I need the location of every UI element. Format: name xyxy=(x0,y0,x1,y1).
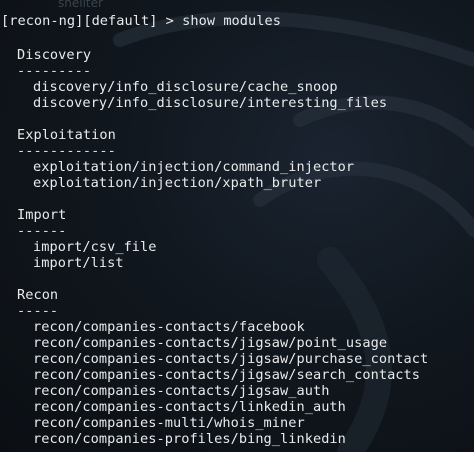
module-line: exploitation/injection/xpath_bruter xyxy=(33,175,322,191)
background-ghost-text: shellter xyxy=(58,0,103,10)
section-title-exploitation: Exploitation xyxy=(17,127,116,143)
module-line: recon/companies-profiles/bing_linkedin xyxy=(33,431,346,447)
section-underline-exploitation: ------------ xyxy=(17,143,116,159)
module-line: import/list xyxy=(33,255,124,271)
section-underline-import: ------ xyxy=(17,223,67,239)
section-title-recon: Recon xyxy=(17,287,59,303)
module-line: discovery/info_disclosure/interesting_fi… xyxy=(33,95,388,111)
module-line: recon/companies-contacts/facebook xyxy=(33,319,305,335)
module-line: recon/companies-contacts/jigsaw/point_us… xyxy=(33,335,388,351)
section-title-import: Import xyxy=(17,207,67,223)
module-line: recon/companies-multi/whois_miner xyxy=(33,415,305,431)
section-title-discovery: Discovery xyxy=(17,47,92,63)
command-prompt: [recon-ng][default] > show modules xyxy=(1,13,281,29)
terminal-window[interactable]: shellter [recon-ng][default] > show modu… xyxy=(0,0,474,452)
module-line: discovery/info_disclosure/cache_snoop xyxy=(33,79,338,95)
module-line: recon/companies-contacts/jigsaw/search_c… xyxy=(33,367,421,383)
section-underline-discovery: --------- xyxy=(17,63,92,79)
module-line: recon/companies-contacts/jigsaw/purchase… xyxy=(33,351,429,367)
module-line: import/csv_file xyxy=(33,239,157,255)
module-line: exploitation/injection/command_injector xyxy=(33,159,355,175)
section-underline-recon: ----- xyxy=(17,303,59,319)
module-line: recon/companies-contacts/linkedin_auth xyxy=(33,399,346,415)
module-line: recon/companies-contacts/jigsaw_auth xyxy=(33,383,330,399)
